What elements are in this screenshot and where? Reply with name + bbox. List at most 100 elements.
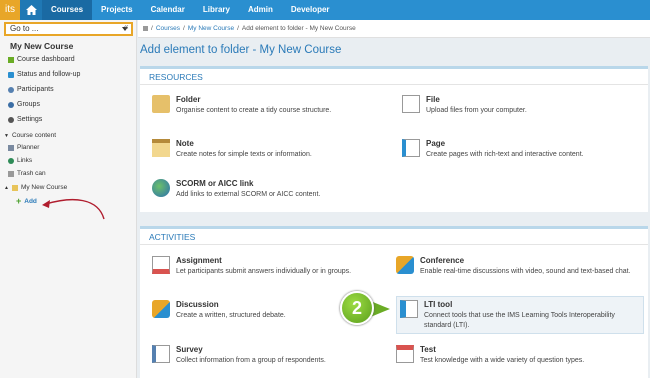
resources-panel: RESOURCES Folder Organise content to crea…: [140, 66, 648, 212]
goto-value: Go to ...: [10, 24, 39, 33]
item-name: LTI tool: [424, 300, 453, 309]
step-badge: 2: [340, 291, 374, 325]
breadcrumb-separator: /: [183, 25, 185, 32]
nav-library[interactable]: Library: [194, 0, 239, 20]
survey-icon: [152, 345, 170, 363]
goto-select[interactable]: Go to ...: [4, 22, 133, 36]
nav-projects[interactable]: Projects: [92, 0, 142, 20]
breadcrumb: / Courses / My New Course / Add element …: [138, 20, 650, 38]
item-desc: Let participants submit answers individu…: [176, 268, 352, 275]
add-link-label: Add: [24, 197, 37, 205]
file-icon: [402, 95, 420, 113]
nav-calendar[interactable]: Calendar: [142, 0, 194, 20]
page-title: Add element to folder - My New Course: [140, 44, 342, 56]
collapse-sidebar-icon[interactable]: «: [124, 22, 128, 31]
item-desc: Enable real-time discussions with video,…: [420, 268, 631, 275]
item-desc: Collect information from a group of resp…: [176, 357, 326, 364]
top-nav: its Courses Projects Calendar Library Ad…: [0, 0, 650, 20]
item-desc: Organise content to create a tidy course…: [176, 107, 332, 114]
resources-heading: RESOURCES: [140, 69, 648, 85]
tree-item-planner[interactable]: Planner: [8, 144, 39, 151]
sidebar-item-label: Status and follow-up: [17, 71, 81, 78]
item-desc: Upload files from your computer.: [426, 107, 527, 114]
item-name: SCORM or AICC link: [176, 179, 254, 188]
tree-item-label: My New Course: [20, 184, 68, 191]
sidebar-item-participants[interactable]: Participants: [8, 86, 54, 93]
resource-note[interactable]: Note Create notes for simple texts or inf…: [152, 139, 392, 159]
gear-icon: [8, 116, 14, 123]
tree-item-folder[interactable]: ▲ My New Course: [4, 184, 67, 191]
planner-icon: [8, 144, 14, 151]
sidebar-item-label: Settings: [17, 116, 43, 123]
item-name: Page: [426, 139, 446, 148]
annotation-arrow: [42, 198, 105, 220]
nav-admin[interactable]: Admin: [239, 0, 282, 20]
conference-icon: [396, 256, 414, 274]
item-name: Note: [176, 139, 194, 148]
activity-assignment[interactable]: Assignment Let participants submit answer…: [152, 256, 392, 276]
nav-developer[interactable]: Developer: [282, 0, 339, 20]
item-name: Test: [420, 345, 436, 354]
sidebar-item-settings[interactable]: Settings: [8, 116, 42, 123]
note-icon: [152, 139, 170, 157]
activities-heading: ACTIVITIES: [140, 229, 648, 245]
folder-icon: [152, 95, 170, 113]
home-button[interactable]: [20, 0, 42, 20]
resource-folder[interactable]: Folder Organise content to create a tidy …: [152, 95, 392, 115]
home-icon: [25, 5, 37, 15]
sidebar-item-groups[interactable]: Groups: [8, 101, 40, 108]
item-desc: Create pages with rich-text and interact…: [426, 151, 584, 158]
app-logo[interactable]: its: [0, 0, 20, 20]
resource-page[interactable]: Page Create pages with rich-text and inte…: [402, 139, 642, 159]
breadcrumb-current: Add element to folder - My New Course: [241, 25, 356, 32]
resource-file[interactable]: File Upload files from your computer.: [402, 95, 642, 115]
breadcrumb-course[interactable]: My New Course: [188, 25, 234, 32]
tree-item-add[interactable]: + Add: [16, 196, 37, 206]
tree-item-trash[interactable]: Trash can: [8, 170, 46, 177]
trash-icon: [8, 170, 14, 177]
sidebar-course-title: My New Course: [10, 41, 74, 51]
folder-icon: [143, 26, 148, 31]
sidebar-item-label: Groups: [17, 101, 40, 108]
sidebar-item-course-dashboard[interactable]: Course dashboard: [8, 56, 75, 63]
activity-survey[interactable]: Survey Collect information from a group o…: [152, 345, 392, 365]
breadcrumb-courses[interactable]: Courses: [156, 25, 180, 32]
course-content-label: Course content: [11, 132, 57, 139]
item-desc: Test knowledge with a wide variety of qu…: [420, 357, 585, 364]
breadcrumb-separator: /: [151, 25, 153, 32]
folder-icon: [11, 184, 18, 191]
assignment-icon: [152, 256, 170, 274]
sidebar: Go to ... My New Course Course dashboard…: [0, 20, 137, 378]
course-content-node[interactable]: ▼ Course content: [4, 132, 56, 139]
lti-icon: [400, 300, 418, 318]
activity-test[interactable]: Test Test knowledge with a wide variety o…: [396, 345, 642, 365]
tree-item-links[interactable]: Links: [8, 157, 32, 164]
activity-conference[interactable]: Conference Enable real-time discussions w…: [396, 256, 642, 276]
item-name: Discussion: [176, 300, 219, 309]
status-icon: [8, 71, 14, 78]
resource-scorm[interactable]: SCORM or AICC link Add links to external …: [152, 179, 392, 199]
item-name: Folder: [176, 95, 201, 104]
page-icon: [402, 139, 420, 157]
item-desc: Add links to external SCORM or AICC cont…: [176, 191, 321, 198]
tree-item-label: Links: [17, 157, 33, 164]
item-name: Survey: [176, 345, 203, 354]
activities-panel: ACTIVITIES Assignment Let participants su…: [140, 226, 648, 378]
sidebar-item-label: Participants: [17, 86, 54, 93]
triangle-down-icon: ▲: [4, 184, 9, 191]
nav-courses[interactable]: Courses: [42, 0, 93, 20]
item-name: File: [426, 95, 440, 104]
breadcrumb-separator: /: [237, 25, 239, 32]
triangle-down-icon: ▼: [4, 132, 9, 139]
item-name: Assignment: [176, 256, 222, 265]
test-icon: [396, 345, 414, 363]
person-icon: [8, 86, 14, 93]
globe-icon: [8, 157, 14, 164]
activity-lti-tool[interactable]: LTI tool Connect tools that use the IMS L…: [396, 296, 644, 334]
dashboard-icon: [8, 56, 14, 63]
sidebar-item-status[interactable]: Status and follow-up: [8, 71, 80, 78]
tree-item-label: Planner: [17, 144, 40, 151]
sidebar-item-label: Course dashboard: [17, 56, 75, 63]
item-desc: Create a written, structured debate.: [176, 312, 286, 319]
item-name: Conference: [420, 256, 465, 265]
